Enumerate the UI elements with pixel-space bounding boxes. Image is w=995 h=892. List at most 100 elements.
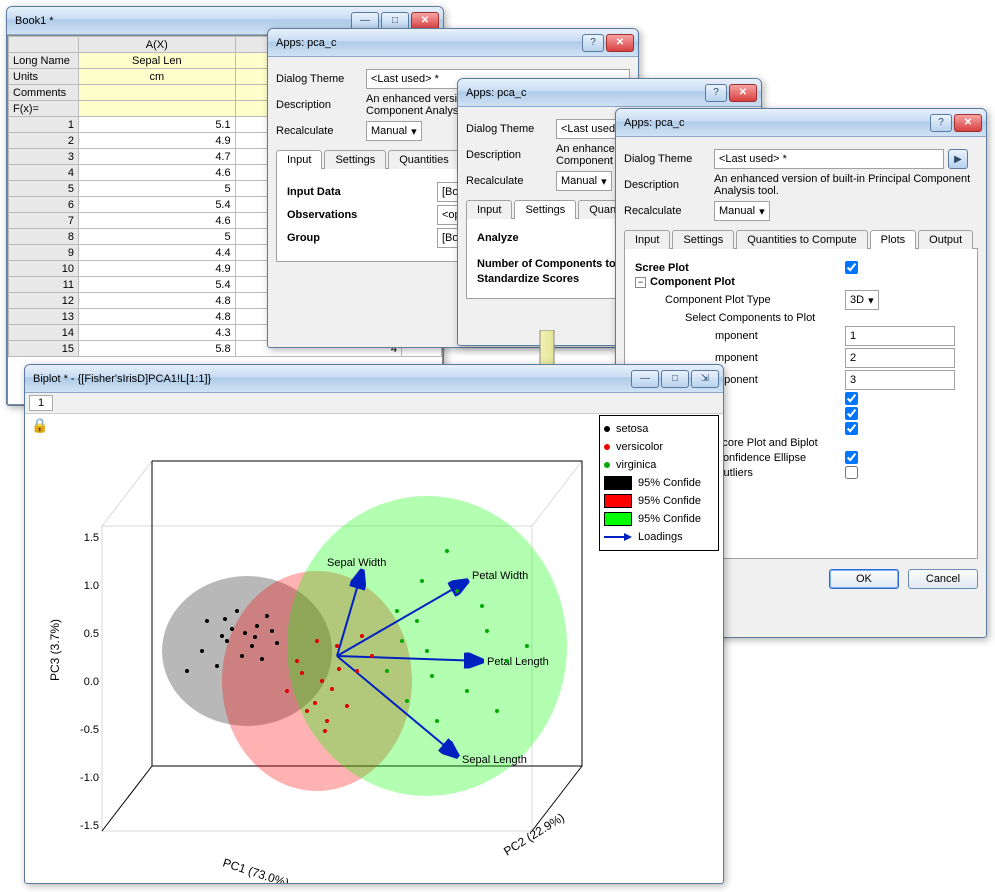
pc3-tick: 1.0: [84, 580, 99, 592]
comp1-label: mponent: [715, 330, 845, 342]
conf-label: Confidence Ellipse: [715, 452, 845, 464]
outliers-checkbox[interactable]: [845, 466, 858, 479]
comp3-field[interactable]: [845, 370, 955, 390]
comments-a[interactable]: [79, 85, 236, 101]
dialog-theme-label: Dialog Theme: [624, 153, 714, 165]
vector-label-petal-width: Petal Width: [472, 570, 528, 582]
analyze-label: Analyze: [477, 232, 627, 244]
outliers-label: Outliers: [715, 467, 845, 479]
comp2-label: mponent: [715, 352, 845, 364]
conf-checkbox[interactable]: [845, 451, 858, 464]
tab-input[interactable]: Input: [624, 230, 670, 249]
ok-button[interactable]: OK: [829, 569, 899, 589]
dialog-theme-label: Dialog Theme: [276, 73, 366, 85]
maximize-button[interactable]: □: [381, 12, 409, 30]
scree-checkbox[interactable]: [845, 261, 858, 274]
dialog-theme-input[interactable]: [714, 149, 944, 169]
minimize-button[interactable]: —: [631, 370, 659, 388]
extra-check-3[interactable]: [845, 422, 858, 435]
score-label: Score Plot and Biplot: [715, 437, 845, 449]
help-button[interactable]: ?: [930, 114, 952, 132]
fx-label: F(x)=: [9, 101, 79, 117]
scree-label: Scree Plot: [635, 262, 689, 274]
group-label: Group: [287, 232, 437, 244]
longname-label: Long Name: [9, 53, 79, 69]
description-label: Description: [276, 99, 366, 111]
component-plot-header: Component Plot: [650, 276, 735, 288]
dlg3-titlebar[interactable]: Apps: pca_c ? ✕: [616, 109, 986, 137]
cpt-label: Component Plot Type: [665, 294, 845, 306]
recalc-combo[interactable]: Manual▾: [556, 171, 612, 191]
tab-output[interactable]: Output: [918, 230, 973, 249]
extra-check-1[interactable]: [845, 392, 858, 405]
help-button[interactable]: ?: [705, 84, 727, 102]
restore-button[interactable]: ⇲: [691, 370, 719, 388]
biplot-title: Biplot * - {[Fisher'sIrisD]PCA1!L[1:1]}: [33, 373, 211, 385]
biplot-titlebar[interactable]: Biplot * - {[Fisher'sIrisD]PCA1!L[1:1]} …: [25, 365, 723, 393]
minimize-button[interactable]: —: [351, 12, 379, 30]
tab-quantities[interactable]: Quantities: [388, 150, 460, 169]
legend[interactable]: setosa versicolor virginica 95% Confide …: [599, 415, 719, 551]
close-button[interactable]: ✕: [954, 114, 982, 132]
legend-conf3: 95% Confide: [638, 513, 701, 525]
dlg2-title: Apps: pca_c: [466, 87, 527, 99]
units-a[interactable]: cm: [79, 69, 236, 85]
description-text: An enhanced version of built-in Principa…: [714, 173, 978, 197]
longname-a[interactable]: Sepal Len: [79, 53, 236, 69]
dlg1-title: Apps: pca_c: [276, 37, 337, 49]
observations-label: Observations: [287, 209, 437, 221]
pc2-axis-label: PC2 (22.9%): [501, 810, 567, 858]
chevron-down-icon: ▾: [759, 205, 765, 218]
description-label: Description: [624, 179, 714, 191]
recalc-label: Recalculate: [624, 205, 714, 217]
biplot-window: Biplot * - {[Fisher'sIrisD]PCA1!L[1:1]} …: [24, 364, 724, 884]
pc3-tick: 0.0: [84, 676, 99, 688]
cpt-combo[interactable]: 3D▾: [845, 290, 879, 310]
legend-loadings: Loadings: [638, 531, 683, 543]
tree-toggle-icon[interactable]: −: [635, 277, 646, 288]
tab-settings[interactable]: Settings: [672, 230, 734, 249]
comp2-field[interactable]: [845, 348, 955, 368]
legend-virginica: virginica: [616, 459, 656, 471]
pc3-axis-label: PC3 (3.7%): [48, 619, 62, 681]
std-label: Standardize Scores: [477, 273, 627, 285]
recalc-label: Recalculate: [466, 175, 556, 187]
legend-setosa: setosa: [616, 423, 648, 435]
cancel-button[interactable]: Cancel: [908, 569, 978, 589]
legend-conf1: 95% Confide: [638, 477, 701, 489]
tab-input[interactable]: Input: [466, 200, 512, 219]
vector-label-sepal-length: Sepal Length: [462, 754, 527, 766]
close-button[interactable]: ✕: [606, 34, 634, 52]
maximize-button[interactable]: □: [661, 370, 689, 388]
book1-title: Book1 *: [15, 15, 54, 27]
tab-settings[interactable]: Settings: [324, 150, 386, 169]
tab-settings[interactable]: Settings: [514, 200, 576, 219]
close-button[interactable]: ✕: [729, 84, 757, 102]
help-button[interactable]: ?: [582, 34, 604, 52]
theme-more-button[interactable]: ▶: [948, 149, 968, 169]
pc3-tick: -0.5: [80, 724, 99, 736]
recalc-combo[interactable]: Manual▾: [366, 121, 422, 141]
vector-label-sepal-width: Sepal Width: [327, 557, 386, 569]
tab-input[interactable]: Input: [276, 150, 322, 169]
tab-plots[interactable]: Plots: [870, 230, 916, 249]
legend-versicolor: versicolor: [616, 441, 663, 453]
input-data-label: Input Data: [287, 186, 437, 198]
close-button[interactable]: ✕: [411, 12, 439, 30]
comp1-field[interactable]: [845, 326, 955, 346]
tab-quantities[interactable]: Quantities to Compute: [736, 230, 867, 249]
extra-check-2[interactable]: [845, 407, 858, 420]
pc3-tick: -1.5: [80, 820, 99, 832]
chevron-down-icon: ▾: [411, 125, 417, 138]
col-header-a[interactable]: A(X): [79, 37, 236, 53]
recalc-combo[interactable]: Manual▾: [714, 201, 770, 221]
dlg2-titlebar[interactable]: Apps: pca_c ? ✕: [458, 79, 761, 107]
layer-tab[interactable]: 1: [29, 395, 53, 411]
comp3-label: mponent: [715, 374, 845, 386]
pc3-tick: 1.5: [84, 532, 99, 544]
ncomp-label: Number of Components to: [477, 258, 616, 270]
fx-a[interactable]: [79, 101, 236, 117]
comments-label: Comments: [9, 85, 79, 101]
pc3-tick: 0.5: [84, 628, 99, 640]
dlg1-titlebar[interactable]: Apps: pca_c ? ✕: [268, 29, 638, 57]
